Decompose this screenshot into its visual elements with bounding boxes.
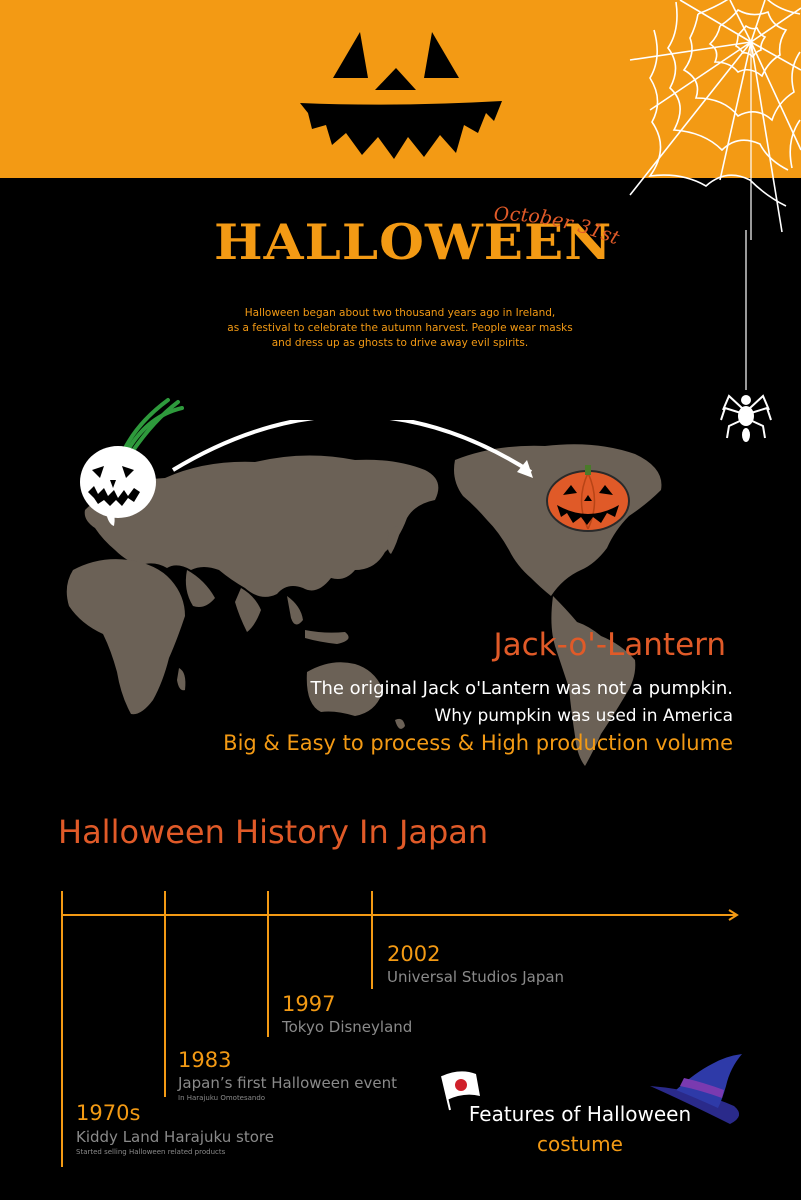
timeline-label-1997: Tokyo Disneyland [282, 1018, 413, 1036]
features-title: Features of Halloween [468, 1102, 692, 1126]
timeline-label-1970s: Kiddy Land Harajuku store [76, 1128, 274, 1146]
timeline-year-1983: 1983 [178, 1048, 232, 1072]
turnip-lantern-icon [80, 398, 184, 526]
timeline-year-1997: 1997 [282, 992, 336, 1016]
jack-o-lantern-heading: Jack-o'-Lantern [493, 627, 726, 663]
date-label: October 31st [493, 203, 622, 249]
jack-reason-line: Big & Easy to process & High production … [223, 731, 733, 755]
svg-text:October 31st: October 31st [493, 203, 622, 249]
jack-fact-line: The original Jack o'Lantern was not a pu… [310, 678, 733, 699]
intro-line: and dress up as ghosts to drive away evi… [271, 337, 529, 349]
timeline-note-1970s: Started selling Halloween related produc… [76, 1148, 226, 1156]
timeline-year-1970s: 1970s [76, 1101, 141, 1125]
features-subtitle: costume [537, 1132, 623, 1156]
jack-fact-line: Why pumpkin was used in America [434, 706, 733, 726]
intro-line: Halloween began about two thousand years… [244, 307, 556, 319]
timeline-note-1983: In Harajuku Omotesando [178, 1094, 266, 1102]
history-title: Halloween History In Japan [58, 813, 489, 851]
intro-text: Halloween began about two thousand years… [180, 306, 620, 351]
pumpkin-icon [546, 465, 630, 532]
timeline-label-2002: Universal Studios Japan [387, 968, 565, 986]
jack-o-lantern-face-icon [300, 32, 502, 159]
intro-line: as a festival to celebrate the autumn ha… [227, 322, 573, 334]
spider-icon [720, 230, 772, 442]
timeline-year-2002: 2002 [387, 942, 441, 966]
timeline-label-1983: Japan’s first Halloween event [178, 1074, 397, 1092]
